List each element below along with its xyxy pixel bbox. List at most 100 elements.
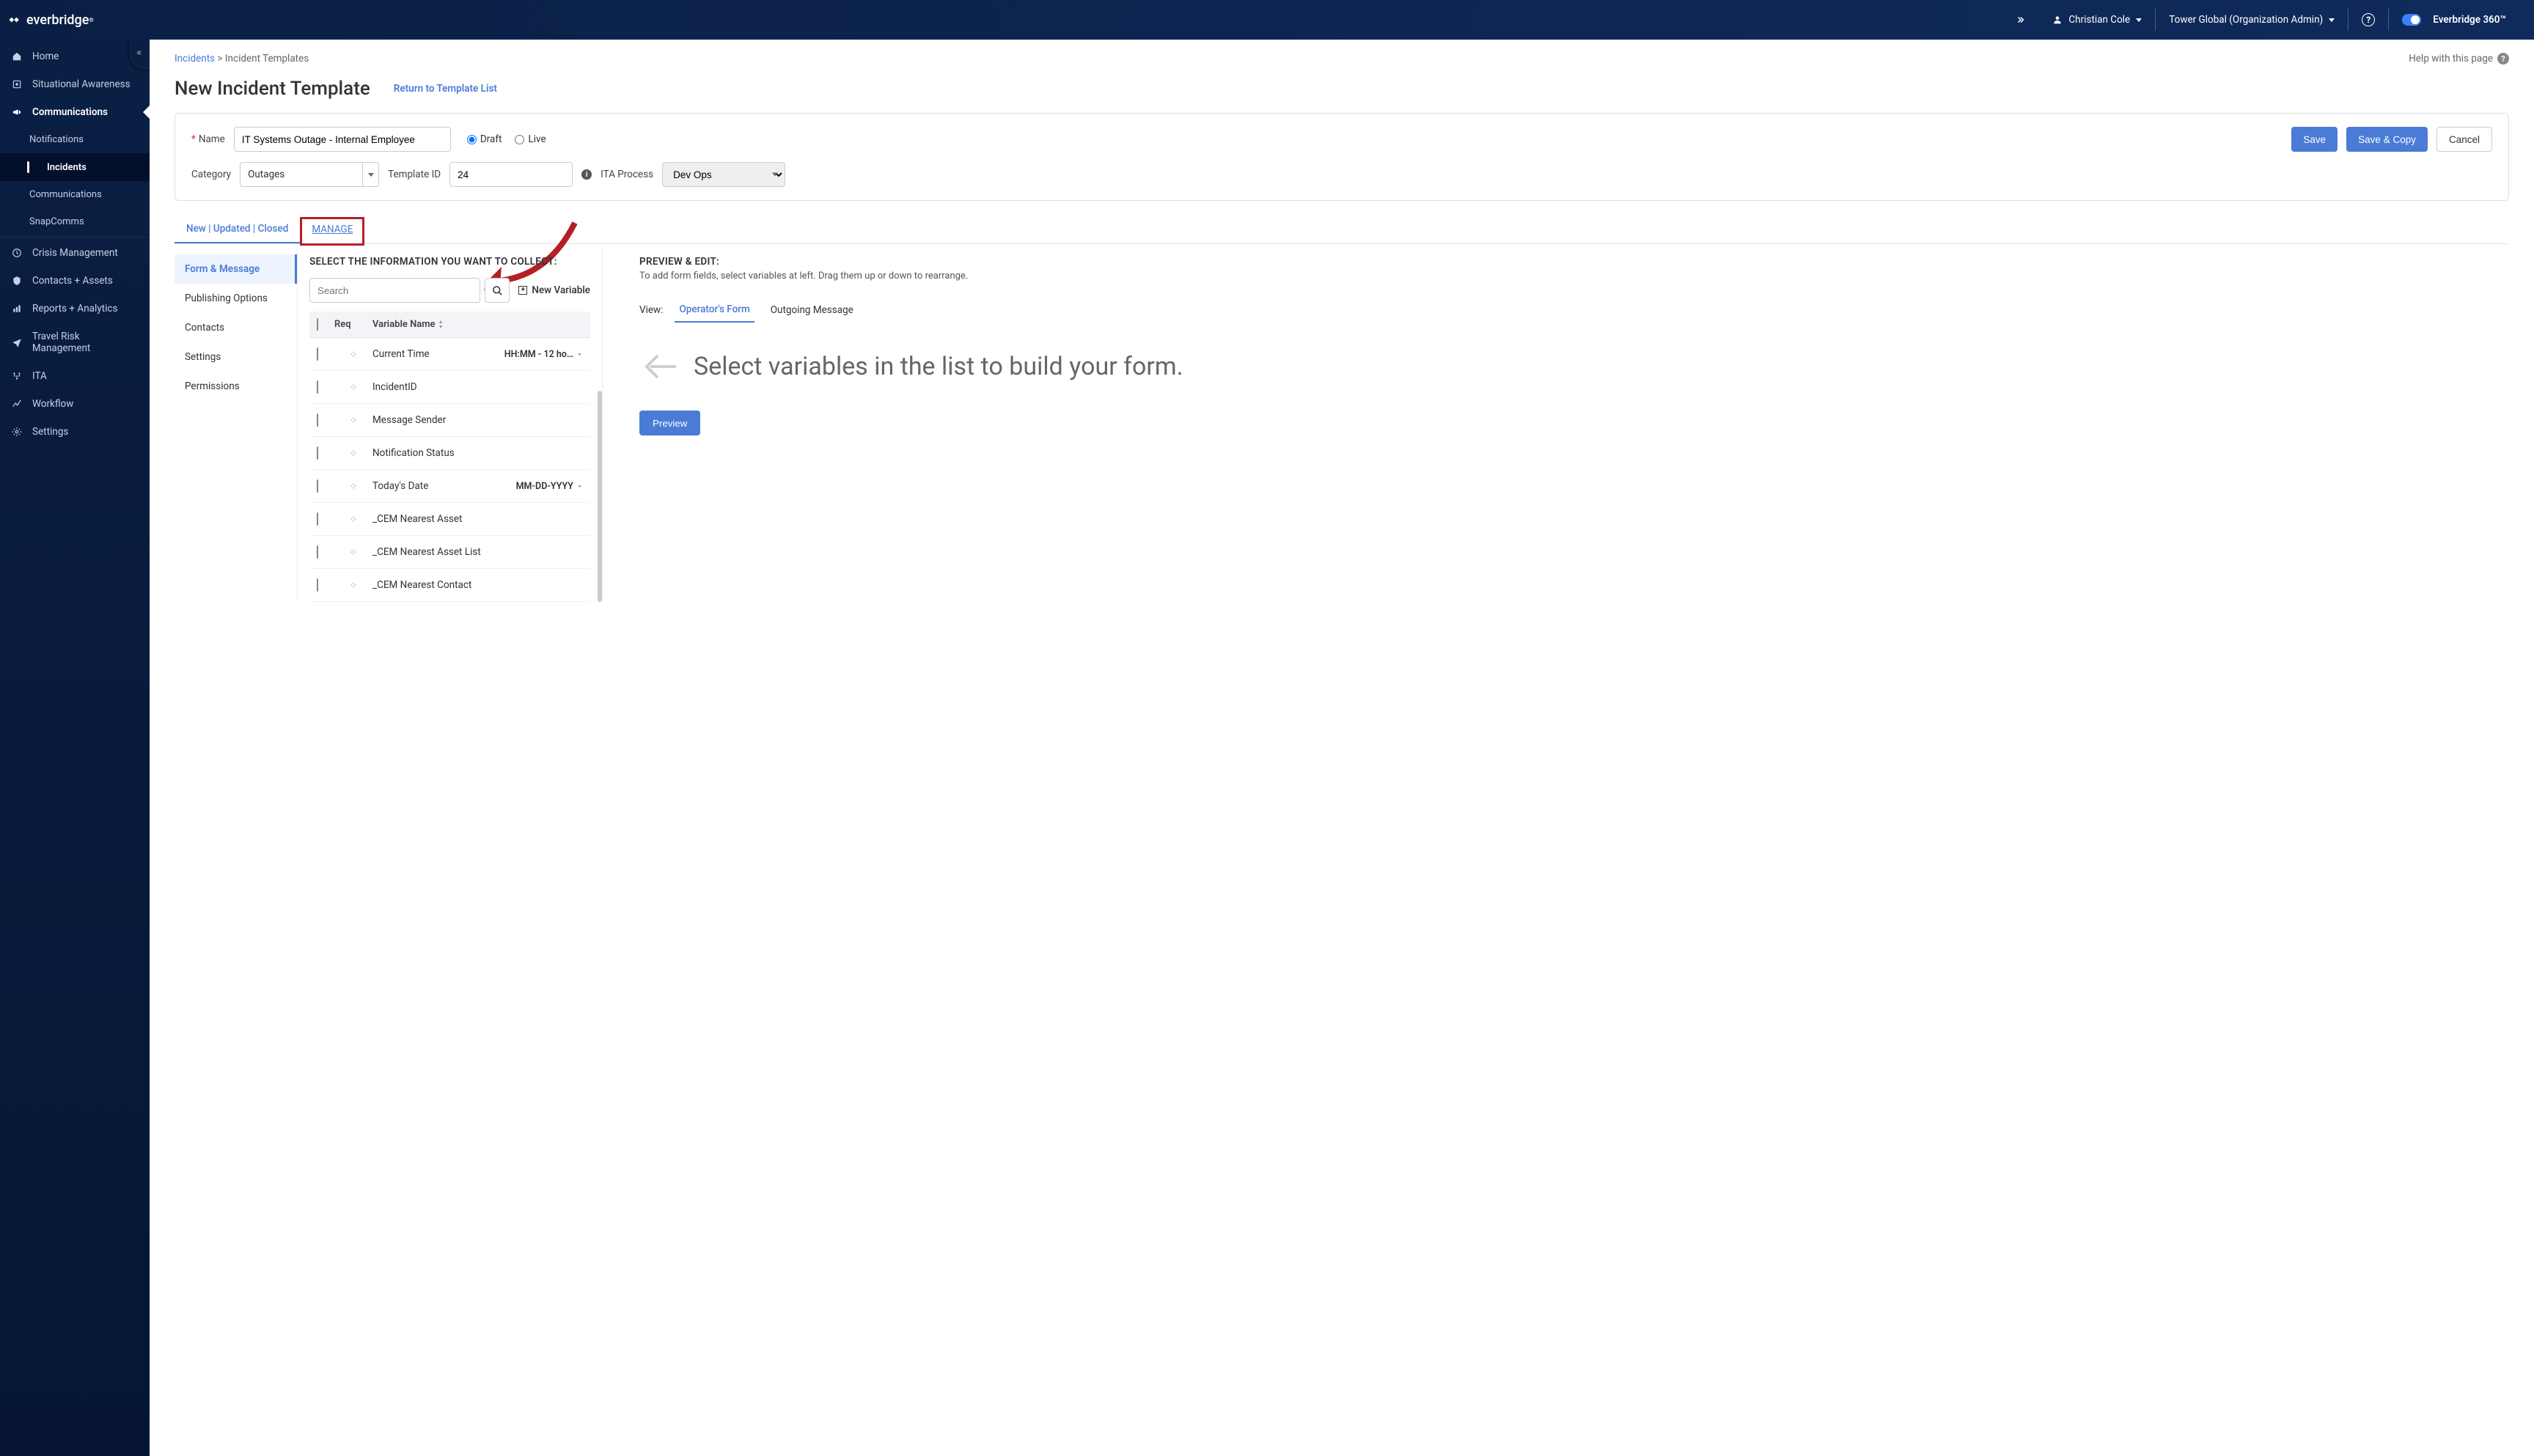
variable-name: Notification Status <box>372 447 583 459</box>
help-link[interactable]: Help with this page ? <box>2409 53 2509 65</box>
save-copy-button[interactable]: Save & Copy <box>2346 127 2428 152</box>
new-variable-button[interactable]: + New Variable <box>518 284 590 296</box>
drag-handle-icon[interactable] <box>334 482 372 490</box>
drag-handle-icon[interactable] <box>334 581 372 589</box>
sidebar-item-communications-sub[interactable]: Communications <box>0 181 150 208</box>
rail-settings[interactable]: Settings <box>175 342 297 372</box>
row-checkbox[interactable] <box>317 348 318 361</box>
new-variable-label: New Variable <box>532 284 590 296</box>
variable-row[interactable]: _CEM Nearest Contact <box>309 569 590 602</box>
sidebar-label: Communications <box>32 106 108 118</box>
sidebar-item-contacts[interactable]: Contacts + Assets <box>0 267 150 295</box>
row-checkbox[interactable] <box>317 446 318 460</box>
sidebar-label: Reports + Analytics <box>32 303 117 315</box>
drag-handle-icon[interactable] <box>334 515 372 523</box>
header-expand-icon[interactable] <box>2002 0 2039 40</box>
drag-handle-icon[interactable] <box>334 350 372 358</box>
user-name: Christian Cole <box>2068 14 2130 26</box>
sidebar-item-reports[interactable]: Reports + Analytics <box>0 295 150 323</box>
live-radio[interactable]: Live <box>515 133 546 145</box>
scrollbar[interactable] <box>598 391 602 602</box>
help-icon[interactable]: ? <box>2348 0 2388 40</box>
megaphone-icon <box>10 107 23 117</box>
rail-permissions[interactable]: Permissions <box>175 372 297 401</box>
variable-row[interactable]: Current Time HH:MM - 12 ho… <box>309 338 590 371</box>
live-label: Live <box>528 133 546 145</box>
ita-process-select[interactable]: Dev Ops <box>662 162 785 187</box>
variable-row[interactable]: Today's Date MM-DD-YYYY <box>309 470 590 503</box>
product-label: Everbridge 360™ <box>2433 14 2506 26</box>
template-id-input[interactable] <box>449 162 573 187</box>
view-label: View: <box>639 304 663 316</box>
sidebar-label: Travel Risk Management <box>32 331 139 354</box>
search-button[interactable] <box>485 278 510 303</box>
row-checkbox[interactable] <box>317 380 318 394</box>
draft-radio[interactable]: Draft <box>467 133 502 145</box>
sidebar-item-settings[interactable]: Settings <box>0 418 150 446</box>
rail-contacts[interactable]: Contacts <box>175 313 297 342</box>
sidebar-item-communications[interactable]: Communications <box>0 98 150 126</box>
product-toggle[interactable]: Everbridge 360™ <box>2389 0 2519 40</box>
sidebar-label: Contacts + Assets <box>32 275 113 287</box>
tab-new-updated-closed[interactable]: New | Updated | Closed <box>175 217 300 243</box>
variable-name: _CEM Nearest Asset List <box>372 546 583 558</box>
row-checkbox[interactable] <box>317 512 318 526</box>
col-name[interactable]: Variable Name <box>372 319 436 330</box>
draft-label: Draft <box>480 133 502 145</box>
variable-row[interactable]: IncidentID <box>309 371 590 404</box>
category-label: Category <box>191 169 231 180</box>
name-input[interactable] <box>234 127 451 152</box>
rail-publishing[interactable]: Publishing Options <box>175 284 297 313</box>
sidebar-item-incidents[interactable]: Incidents <box>0 153 150 181</box>
variable-row[interactable]: Notification Status <box>309 437 590 470</box>
right-subtitle: To add form fields, select variables at … <box>639 271 2509 282</box>
right-title: PREVIEW & EDIT: <box>639 256 2509 268</box>
drag-handle-icon[interactable] <box>334 548 372 556</box>
variable-name: Current Time <box>372 348 504 360</box>
sidebar-item-ita[interactable]: ITA <box>0 362 150 390</box>
return-link[interactable]: Return to Template List <box>394 83 497 95</box>
select-all-checkbox[interactable] <box>317 318 318 331</box>
breadcrumb-root[interactable]: Incidents <box>175 53 215 65</box>
toggle-switch[interactable] <box>2402 14 2421 26</box>
org-menu[interactable]: Tower Global (Organization Admin) <box>2156 0 2348 40</box>
tab-manage[interactable]: MANAGE <box>300 217 364 246</box>
view-tab-outgoing-message[interactable]: Outgoing Message <box>766 298 858 322</box>
sidebar-item-travel[interactable]: Travel Risk Management <box>0 323 150 362</box>
sidebar-collapse-button[interactable] <box>130 37 150 69</box>
variable-search-input[interactable] <box>309 278 480 303</box>
row-checkbox[interactable] <box>317 545 318 559</box>
variable-row[interactable]: _CEM Nearest Asset <box>309 503 590 536</box>
sidebar-item-notifications[interactable]: Notifications <box>0 126 150 153</box>
rail-form-message[interactable]: Form & Message <box>175 254 297 284</box>
category-select[interactable]: Outages <box>240 162 379 187</box>
variable-row[interactable]: Message Sender <box>309 404 590 437</box>
variable-name: Message Sender <box>372 414 583 426</box>
drag-handle-icon[interactable] <box>334 383 372 391</box>
view-tab-operators-form[interactable]: Operator's Form <box>675 298 754 323</box>
sidebar-item-crisis[interactable]: Crisis Management <box>0 239 150 267</box>
sidebar-item-workflow[interactable]: Workflow <box>0 390 150 418</box>
user-menu[interactable]: Christian Cole <box>2039 0 2155 40</box>
sidebar-item-snapcomms[interactable]: SnapComms <box>0 208 150 235</box>
drag-handle-icon[interactable] <box>334 416 372 424</box>
row-checkbox[interactable] <box>317 479 318 493</box>
save-button[interactable]: Save <box>2291 127 2337 152</box>
variable-name: IncidentID <box>372 381 583 393</box>
variable-format[interactable]: MM-DD-YYYY <box>516 481 583 492</box>
sort-icon[interactable]: ▲▼ <box>438 320 444 330</box>
name-label: Name <box>199 133 225 145</box>
sidebar-item-home[interactable]: Home <box>0 43 150 70</box>
cancel-button[interactable]: Cancel <box>2436 127 2492 152</box>
preview-button[interactable]: Preview <box>639 411 700 435</box>
sidebar-item-situational[interactable]: Situational Awareness <box>0 70 150 98</box>
row-checkbox[interactable] <box>317 578 318 592</box>
brand-text: everbridge <box>26 12 89 28</box>
info-icon[interactable]: i <box>581 169 592 180</box>
row-checkbox[interactable] <box>317 413 318 427</box>
chevron-down-icon <box>368 173 374 177</box>
variable-format[interactable]: HH:MM - 12 ho… <box>504 349 583 360</box>
variable-name: _CEM Nearest Asset <box>372 513 583 525</box>
variable-row[interactable]: _CEM Nearest Asset List <box>309 536 590 569</box>
drag-handle-icon[interactable] <box>334 449 372 457</box>
